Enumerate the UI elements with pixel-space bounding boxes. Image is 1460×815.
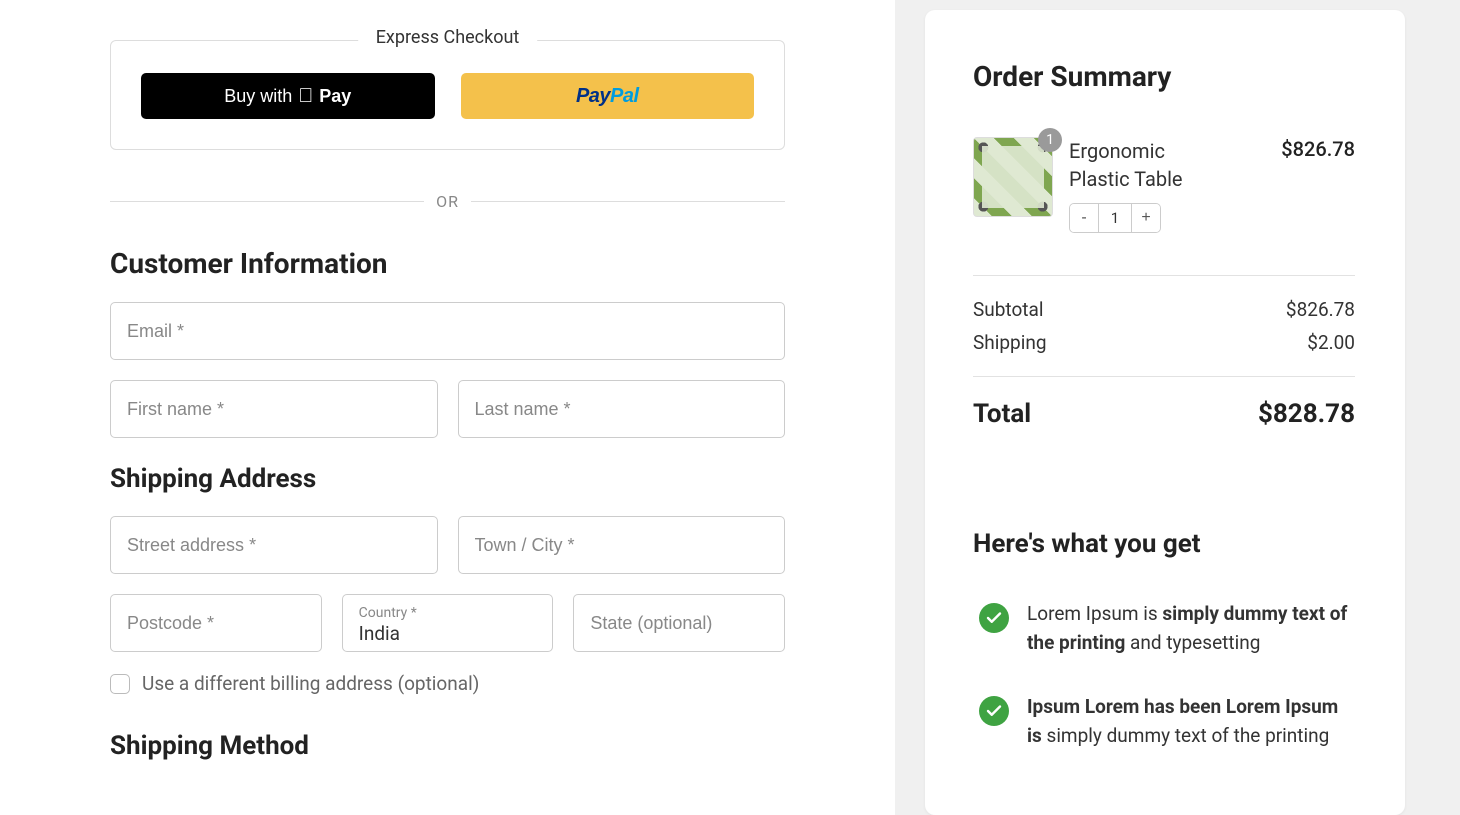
total-value: $828.78	[1258, 399, 1355, 429]
postcode-field[interactable]	[110, 594, 322, 652]
qty-stepper: - 1 +	[1069, 203, 1161, 233]
shipping-address-title: Shipping Address	[110, 464, 785, 494]
paypal-pay: Pay	[576, 85, 610, 108]
street-field[interactable]	[110, 516, 438, 574]
line-item: 1 Ergonomic Plastic Table - 1 + $826.78	[973, 137, 1355, 233]
qty-badge: 1	[1038, 128, 1062, 152]
country-value: India	[359, 622, 537, 647]
check-icon	[979, 603, 1009, 633]
total-row: Total $828.78	[973, 399, 1355, 429]
shipping-method-title: Shipping Method	[110, 731, 785, 761]
or-text: OR	[436, 192, 459, 211]
first-name-field[interactable]	[110, 380, 438, 438]
apple-logo-icon: 	[298, 85, 313, 108]
qty-plus-button[interactable]: +	[1132, 204, 1160, 232]
express-legend: Express Checkout	[358, 27, 538, 48]
apple-pay-button[interactable]: Buy with  Pay	[141, 73, 435, 119]
city-field[interactable]	[458, 516, 786, 574]
divider-line	[110, 201, 424, 202]
benefit-item: Ipsum Lorem has been Lorem Ipsum is simp…	[973, 692, 1355, 751]
checkout-form: Express Checkout Buy with  Pay PayPal O…	[0, 0, 895, 815]
customer-info-title: Customer Information	[110, 247, 785, 280]
apple-pay-brand: Pay	[319, 86, 351, 107]
billing-checkbox-label: Use a different billing address (optiona…	[142, 672, 479, 695]
order-summary-panel: Order Summary 1 Ergonomic Plastic Table …	[925, 10, 1405, 815]
state-field[interactable]	[573, 594, 785, 652]
subtotal-label: Subtotal	[973, 298, 1043, 321]
paypal-pal: Pal	[610, 85, 639, 108]
subtotal-row: Subtotal $826.78	[973, 298, 1355, 321]
or-divider: OR	[110, 192, 785, 211]
qty-minus-button[interactable]: -	[1070, 204, 1098, 232]
qty-value: 1	[1098, 204, 1132, 232]
country-label: Country *	[359, 605, 537, 622]
benefits-title: Here's what you get	[973, 529, 1355, 559]
paypal-button[interactable]: PayPal	[461, 73, 755, 119]
product-name: Ergonomic Plastic Table	[1069, 137, 1209, 193]
benefit-item: Lorem Ipsum is simply dummy text of the …	[973, 599, 1355, 658]
subtotal-value: $826.78	[1286, 298, 1355, 321]
check-icon	[979, 696, 1009, 726]
shipping-label: Shipping	[973, 331, 1047, 354]
apple-pay-prefix: Buy with	[224, 86, 292, 107]
total-label: Total	[973, 399, 1031, 429]
express-checkout-box: Express Checkout Buy with  Pay PayPal	[110, 40, 785, 150]
billing-checkbox[interactable]	[110, 674, 130, 694]
divider-line	[471, 201, 785, 202]
last-name-field[interactable]	[458, 380, 786, 438]
order-summary-title: Order Summary	[973, 60, 1355, 93]
benefit-text: Ipsum Lorem has been Lorem Ipsum is simp…	[1027, 692, 1355, 751]
email-field[interactable]	[110, 302, 785, 360]
separator	[973, 275, 1355, 276]
product-price: $826.78	[1281, 137, 1355, 161]
shipping-value: $2.00	[1307, 331, 1355, 354]
country-select[interactable]: Country * India	[342, 594, 554, 652]
benefit-text: Lorem Ipsum is simply dummy text of the …	[1027, 599, 1355, 658]
shipping-row: Shipping $2.00	[973, 331, 1355, 354]
separator	[973, 376, 1355, 377]
product-thumbnail: 1	[973, 137, 1053, 217]
